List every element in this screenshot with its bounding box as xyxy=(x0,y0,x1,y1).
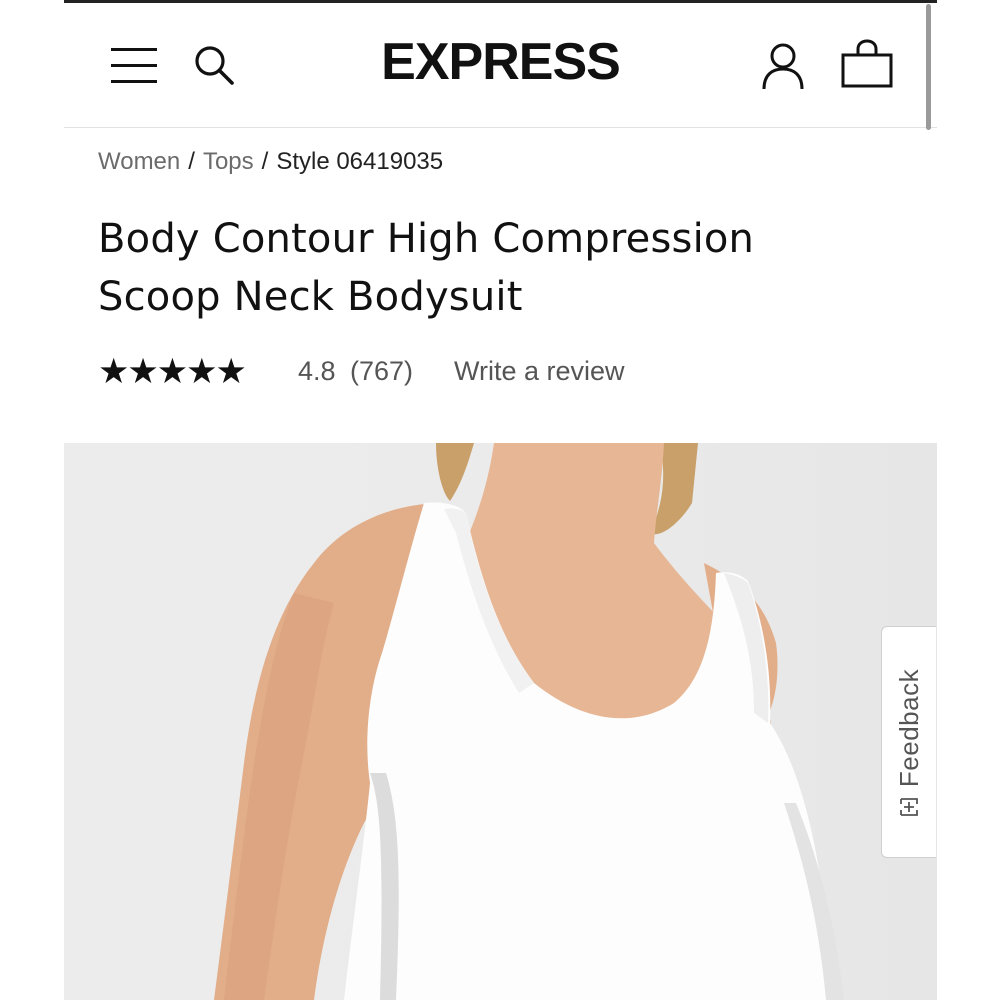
rating-stars[interactable]: ★★★★★ xyxy=(98,352,247,392)
rating-value: 4.8 xyxy=(298,356,336,386)
breadcrumb-separator: / xyxy=(261,148,269,175)
breadcrumb: Women / Tops / Style 06419035 xyxy=(98,148,443,176)
feedback-tab[interactable]: Feedback xyxy=(881,626,936,858)
model-photo-illustration xyxy=(214,443,844,1000)
product-title: Body Contour High Compression Scoop Neck… xyxy=(98,216,755,320)
breadcrumb-women-link[interactable]: Women xyxy=(98,148,180,175)
review-count[interactable]: (767) xyxy=(350,356,413,387)
feedback-content: Feedback xyxy=(894,643,924,843)
scrollbar-thumb[interactable] xyxy=(926,4,931,130)
app-frame: EXPRESS Women / Tops / Style 06419035 Body C… xyxy=(0,0,1000,1000)
shopping-bag-icon[interactable] xyxy=(840,39,894,89)
feedback-plus-icon xyxy=(900,798,918,816)
breadcrumb-current: Style 06419035 xyxy=(276,148,444,175)
breadcrumb-tops-link[interactable]: Tops xyxy=(203,148,254,175)
product-image[interactable] xyxy=(64,443,937,1000)
breadcrumb-separator: / xyxy=(188,148,195,175)
account-icon[interactable] xyxy=(760,41,806,91)
site-header: EXPRESS xyxy=(64,3,937,128)
express-logo[interactable]: EXPRESS xyxy=(64,31,937,93)
feedback-label: Feedback xyxy=(893,668,924,788)
product-page: EXPRESS Women / Tops / Style 06419035 Body C… xyxy=(64,0,937,1000)
write-review-link[interactable]: Write a review xyxy=(454,356,625,387)
